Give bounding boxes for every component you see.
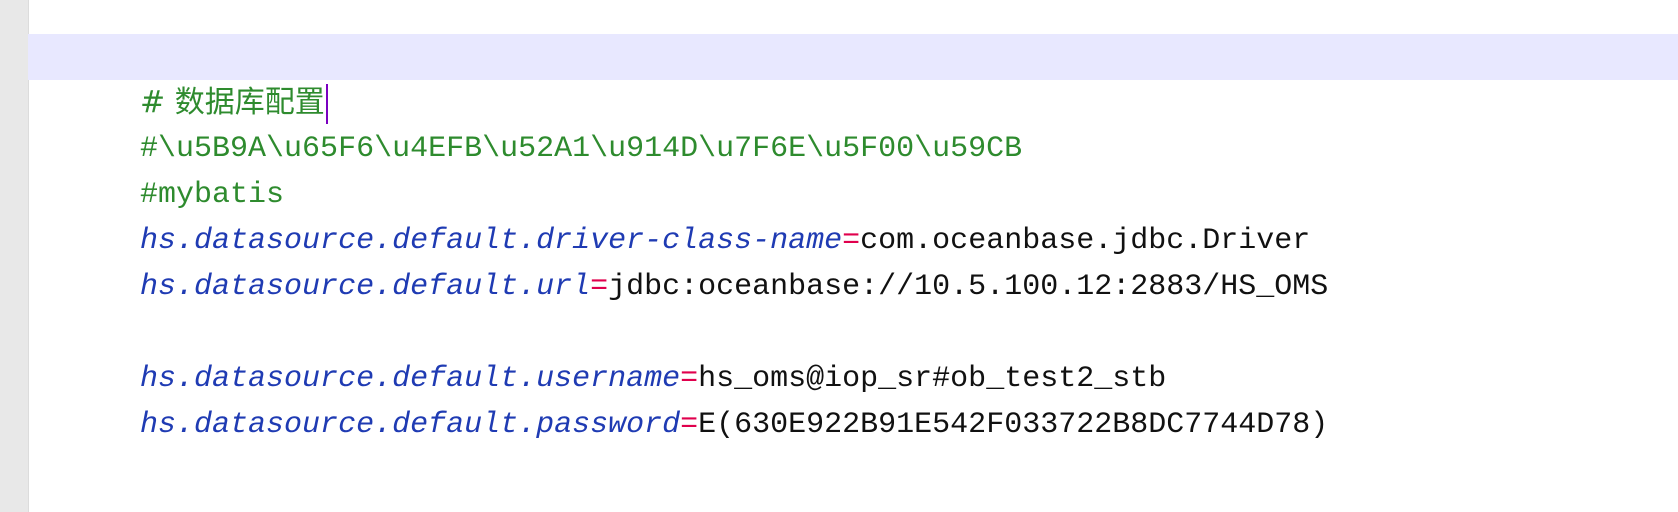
code-line-6[interactable] bbox=[28, 264, 1678, 310]
property-value: E(630E922B91E542F033722B8DC7744D78) bbox=[698, 408, 1329, 442]
code-line-1[interactable]: # 数据库配置 bbox=[28, 34, 1678, 125]
code-line-3[interactable]: #mybatis bbox=[28, 126, 1678, 212]
code-line-2[interactable]: #\u5B9A\u65F6\u4EFB\u52A1\u914D\u7F6E\u5… bbox=[28, 80, 1678, 166]
code-line-5[interactable]: hs.datasource.default.url=jdbc:oceanbase… bbox=[28, 218, 1678, 304]
code-line-7[interactable]: hs.datasource.default.username=hs_oms@io… bbox=[28, 310, 1678, 396]
code-line-4[interactable]: hs.datasource.default.driver-class-name=… bbox=[28, 172, 1678, 258]
property-key: hs.datasource.default.password bbox=[140, 408, 681, 442]
code-editor[interactable]: # 数据库配置 #\u5B9A\u65F6\u4EFB\u52A1\u914D\… bbox=[0, 0, 1678, 512]
code-line-8[interactable]: hs.datasource.default.password=E(630E922… bbox=[28, 356, 1678, 442]
code-area[interactable]: # 数据库配置 #\u5B9A\u65F6\u4EFB\u52A1\u914D\… bbox=[28, 34, 1678, 512]
editor-gutter bbox=[0, 0, 29, 512]
property-equals: = bbox=[680, 408, 699, 442]
